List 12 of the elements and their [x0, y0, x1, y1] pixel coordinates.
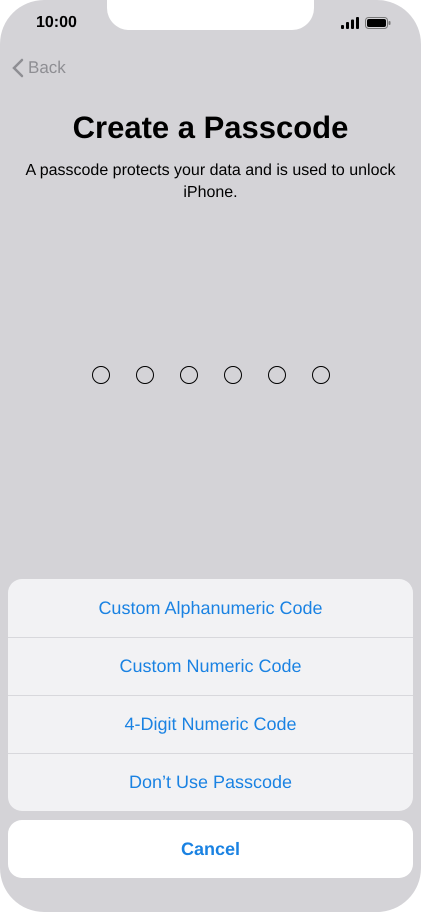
status-time: 10:00 — [36, 14, 77, 32]
cancel-button[interactable]: Cancel — [8, 820, 413, 878]
sheet-option[interactable]: Custom Numeric Code — [8, 637, 413, 695]
page-title: Create a Passcode — [72, 110, 350, 146]
sheet-option[interactable]: Custom Alphanumeric Code — [8, 579, 413, 637]
sheet-option[interactable]: 4-Digit Numeric Code — [8, 695, 413, 753]
chevron-left-icon — [12, 58, 24, 78]
battery-icon — [365, 17, 391, 29]
back-link[interactable]: Back — [12, 56, 66, 80]
sheet-option[interactable]: Don’t Use Passcode — [8, 753, 413, 811]
description: A passcode protects your data and is used to unlock iPhone. — [26, 161, 396, 203]
signal-icon — [341, 17, 359, 29]
